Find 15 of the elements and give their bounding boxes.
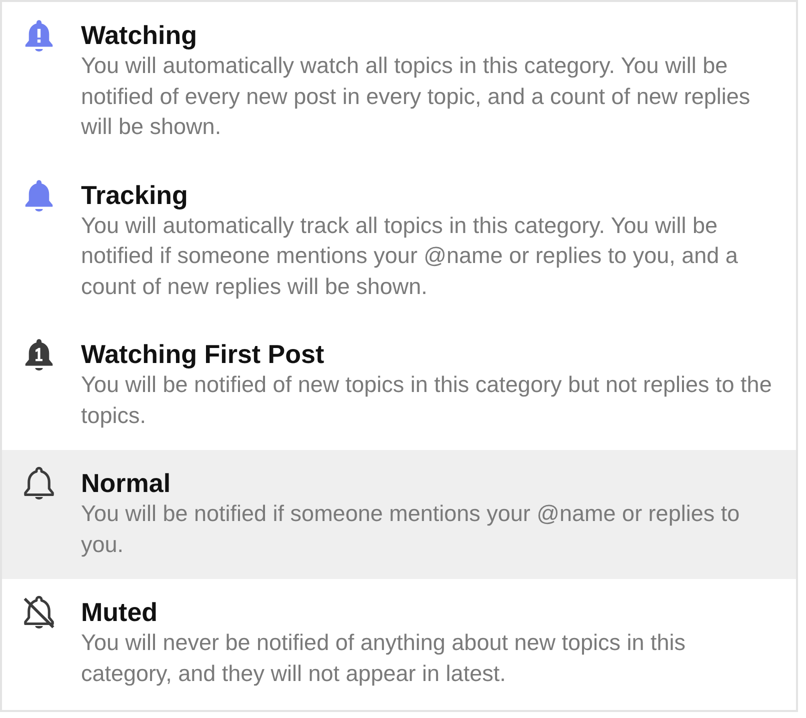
option-title: Muted <box>81 596 159 628</box>
menu-item[interactable]: Watching You will automatically watch all topics in this category. You will be notified of every new post in every topic, and a count of new replies will be shown. <box>2 2 796 162</box>
menu-item[interactable]: Muted You will never be notified of anything about new topics in this category, and they will not appear in latest. <box>2 579 796 708</box>
option-description: You will automatically track all topics in this category. You will be notified if someone mentions your @name or replies to you, and a count of new replies will be shown. <box>81 212 739 301</box>
menu-item[interactable]: Watching First Post You will be notified of new topics in this category but not replies to the topics. <box>2 321 796 450</box>
option-description: You will automatically watch all topics in this category. You will be notified of every new post in every topic, and a count of new replies will be shown. <box>81 52 752 141</box>
option-title: Watching First Post <box>81 338 326 370</box>
menu-item[interactable]: Tracking You will automatically track all topics in this category. You will be notified if someone mentions your @name or replies to you, and a count of new replies will be shown. <box>2 162 796 321</box>
option-description: You will never be notified of anything about new topics in this category, and they will not appear in latest. <box>81 629 687 688</box>
menu-item[interactable]: Normal You will be notified if someone mentions your @name or replies to you. <box>2 450 796 579</box>
option-description: You will be notified if someone mentions your @name or replies to you. <box>81 500 741 559</box>
option-title: Watching <box>81 19 198 51</box>
option-title: Tracking <box>81 178 189 210</box>
option-description: You will be notified of new topics in this category but not replies to the topics. <box>81 371 773 430</box>
option-title: Normal <box>81 467 172 499</box>
